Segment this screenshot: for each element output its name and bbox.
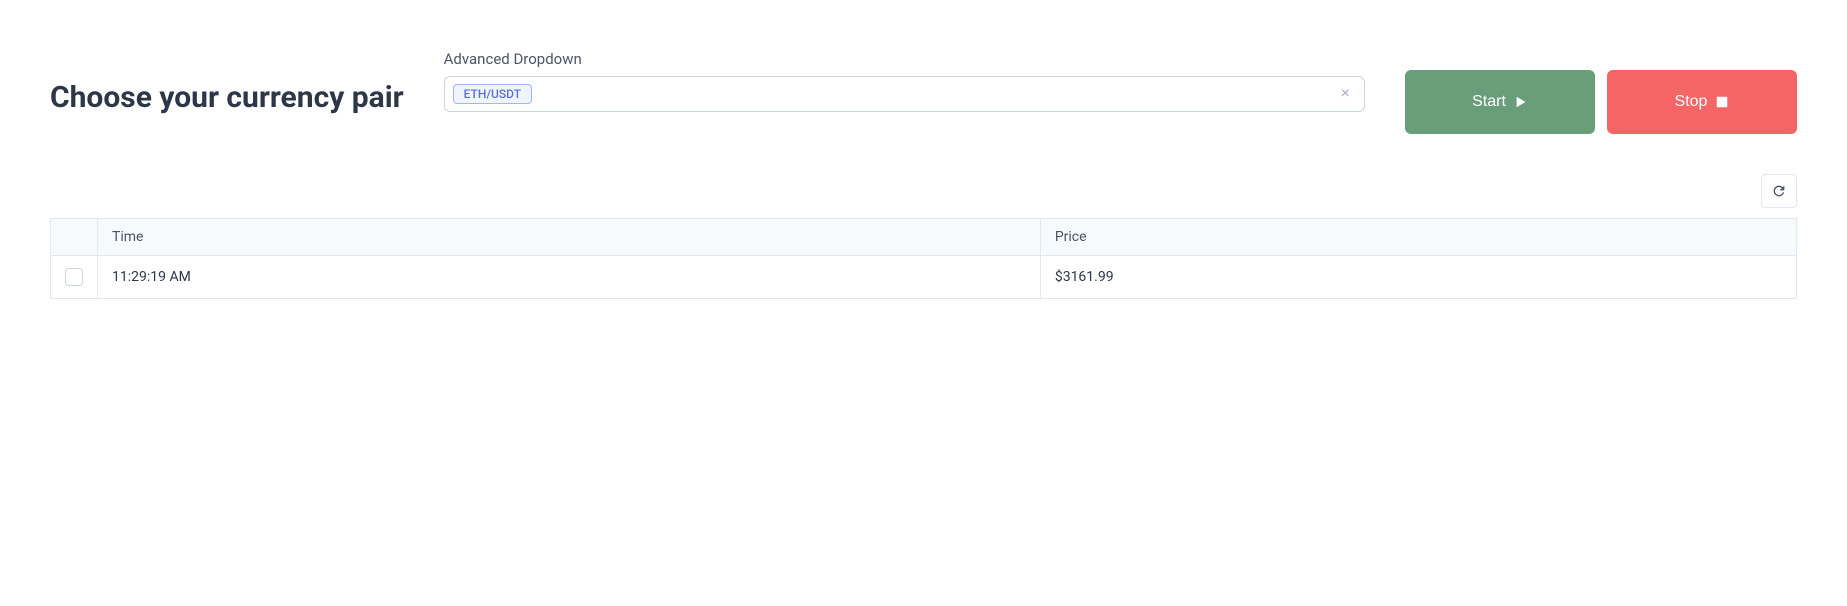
start-button-label: Start [1472, 93, 1506, 111]
clear-dropdown-button[interactable]: × [1335, 86, 1356, 102]
start-button[interactable]: Start [1405, 70, 1595, 134]
currency-pair-dropdown[interactable]: ETH/USDT × [444, 76, 1365, 112]
column-header-price: Price [1040, 219, 1796, 256]
cell-time: 11:29:19 AM [98, 256, 1041, 299]
stop-button[interactable]: Stop [1607, 70, 1797, 134]
refresh-icon [1771, 183, 1787, 199]
stop-icon [1715, 95, 1729, 109]
page-title: Choose your currency pair [50, 80, 404, 115]
dropdown-label: Advanced Dropdown [444, 50, 1365, 68]
refresh-button[interactable] [1761, 174, 1797, 208]
cell-price: $3161.99 [1040, 256, 1796, 299]
column-header-checkbox [51, 219, 98, 256]
column-header-time: Time [98, 219, 1041, 256]
selected-currency-tag[interactable]: ETH/USDT [453, 84, 532, 104]
table-row: 11:29:19 AM $3161.99 [51, 256, 1797, 299]
row-checkbox[interactable] [65, 268, 83, 286]
close-icon: × [1341, 85, 1350, 102]
play-icon [1514, 95, 1528, 109]
price-table: Time Price 11:29:19 AM $3161.99 [50, 218, 1797, 299]
stop-button-label: Stop [1675, 93, 1708, 111]
